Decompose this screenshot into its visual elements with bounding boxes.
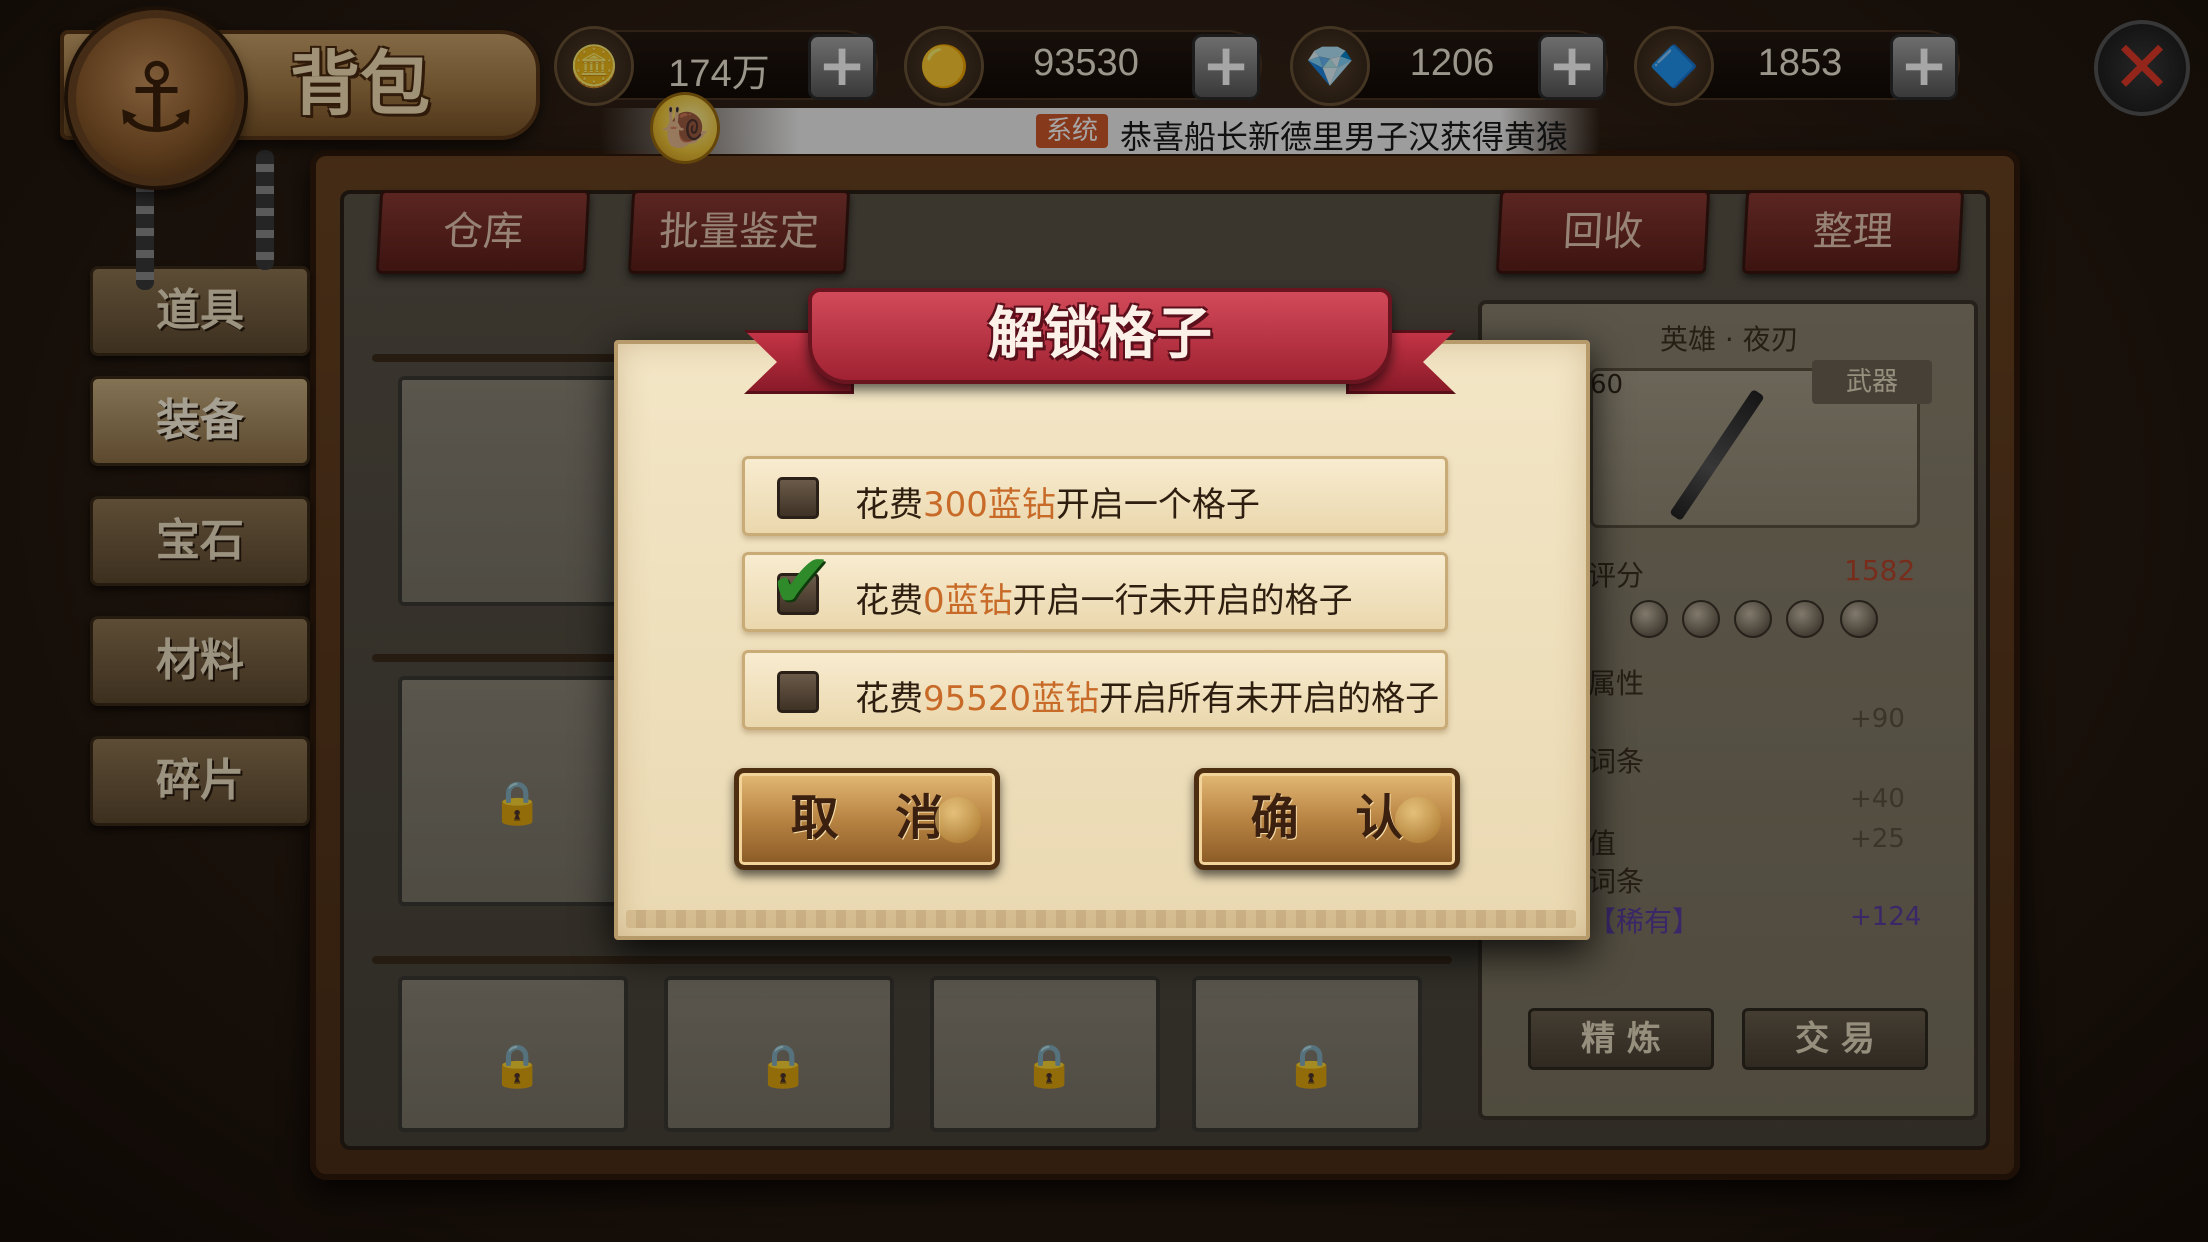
option-prefix: 花费 <box>855 485 923 525</box>
dialog-trim <box>626 910 1576 928</box>
coin-decoration-icon <box>1395 797 1441 843</box>
option-amount: 0蓝钻 <box>923 581 1013 621</box>
option-amount: 95520蓝钻 <box>923 679 1100 719</box>
checkbox[interactable] <box>777 671 819 713</box>
option-unlock-row[interactable]: ✔ 花费0蓝钻开启一行未开启的格子 <box>742 541 1448 632</box>
checkbox[interactable] <box>777 477 819 519</box>
option-text: 花费95520蓝钻开启所有未开启的格子 <box>855 671 1439 720</box>
option-suffix: 开启所有未开启的格子 <box>1099 679 1440 719</box>
option-unlock-all[interactable]: 花费95520蓝钻开启所有未开启的格子 <box>742 650 1448 730</box>
option-unlock-one[interactable]: 花费300蓝钻开启一个格子 <box>742 456 1448 536</box>
option-amount: 300蓝钻 <box>923 485 1056 525</box>
option-suffix: 开启一行未开启的格子 <box>1012 581 1353 621</box>
option-prefix: 花费 <box>855 679 923 719</box>
dialog-title: 解锁格子 <box>988 302 1212 367</box>
cancel-button[interactable]: 取 消 <box>734 768 1000 870</box>
option-suffix: 开启一个格子 <box>1055 485 1260 525</box>
option-text: 花费300蓝钻开启一个格子 <box>855 477 1260 526</box>
confirm-button[interactable]: 确 认 <box>1194 768 1460 870</box>
option-prefix: 花费 <box>855 581 923 621</box>
checkmark-icon: ✔ <box>769 536 833 625</box>
coin-decoration-icon <box>935 797 981 843</box>
option-text: 花费0蓝钻开启一行未开启的格子 <box>855 573 1353 622</box>
